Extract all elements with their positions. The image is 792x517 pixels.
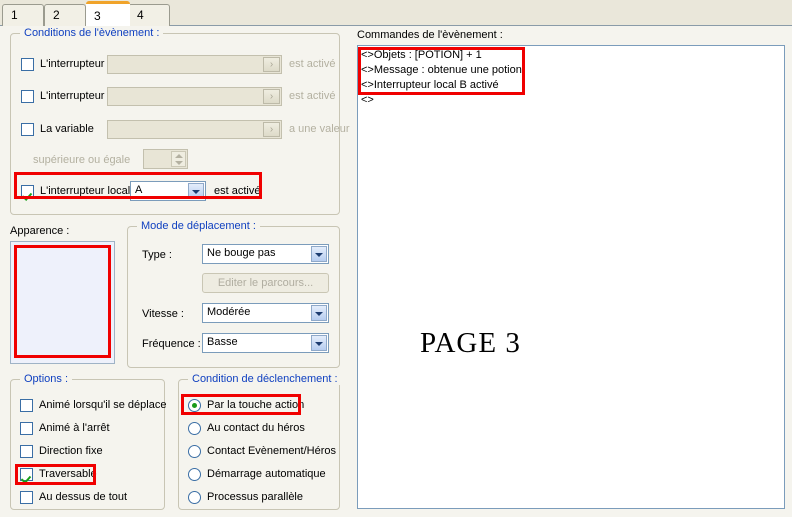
trigger-parallel-process-radio[interactable] bbox=[188, 491, 201, 504]
command-line-1[interactable]: <>Objets : [POTION] + 1 bbox=[361, 49, 482, 61]
tab-strip: 1 2 3 4 bbox=[0, 0, 792, 26]
chevron-down-icon[interactable] bbox=[311, 305, 327, 321]
comparison-value-stepper[interactable] bbox=[143, 149, 188, 169]
condition-switch-2-label: L'interrupteur bbox=[40, 90, 105, 102]
condition-switch-2-suffix: est activé bbox=[289, 90, 336, 102]
condition-switch-1-field[interactable]: › bbox=[107, 55, 282, 74]
local-switch-checkbox[interactable] bbox=[21, 185, 34, 198]
chevron-down-icon[interactable] bbox=[311, 246, 327, 262]
condition-variable-field[interactable]: › bbox=[107, 120, 282, 139]
apparence-label: Apparence : bbox=[10, 225, 70, 237]
condition-variable-label: La variable bbox=[40, 123, 94, 135]
condition-switch-2-checkbox[interactable] bbox=[21, 90, 34, 103]
movement-frequency-label: Fréquence : bbox=[142, 338, 201, 350]
tab-4[interactable]: 4 bbox=[128, 4, 170, 26]
conditions-legend: Conditions de l'èvènement : bbox=[20, 27, 164, 39]
movement-speed-label: Vitesse : bbox=[142, 308, 184, 320]
option-traversable-checkbox[interactable] bbox=[20, 468, 33, 481]
movement-speed-value: Modérée bbox=[207, 306, 251, 318]
option-fixed-direction-checkbox[interactable] bbox=[20, 445, 33, 458]
option-fixed-direction-label: Direction fixe bbox=[39, 445, 103, 457]
condition-variable-checkbox[interactable] bbox=[21, 123, 34, 136]
stepper-buttons[interactable] bbox=[171, 151, 186, 167]
condition-variable-suffix: a une valeur bbox=[289, 123, 350, 135]
movement-type-value: Ne bouge pas bbox=[207, 247, 276, 259]
trigger-action-key-label: Par la touche action bbox=[207, 399, 305, 411]
condition-switch-1-label: L'interrupteur bbox=[40, 58, 105, 70]
option-animated-moving-label: Animé lorsqu'il se déplace bbox=[39, 399, 167, 411]
movement-frequency-combo[interactable]: Basse bbox=[202, 333, 329, 353]
chevron-right-icon[interactable]: › bbox=[263, 57, 280, 72]
command-line-4[interactable]: <> bbox=[361, 94, 374, 106]
option-traversable-label: Traversable bbox=[39, 468, 97, 480]
condition-switch-1-checkbox[interactable] bbox=[21, 58, 34, 71]
comparison-label: supérieure ou égale bbox=[33, 154, 131, 166]
trigger-legend: Condition de déclenchement : bbox=[188, 373, 342, 385]
trigger-event-hero-contact-radio[interactable] bbox=[188, 445, 201, 458]
page-number-label: PAGE 3 bbox=[420, 327, 521, 359]
chevron-right-icon[interactable]: › bbox=[263, 122, 280, 137]
conditions-group: Conditions de l'èvènement : L'interrupte… bbox=[10, 27, 350, 215]
trigger-auto-start-radio[interactable] bbox=[188, 468, 201, 481]
chevron-down-icon[interactable] bbox=[188, 183, 204, 199]
trigger-auto-start-label: Démarrage automatique bbox=[207, 468, 326, 480]
condition-switch-1-suffix: est activé bbox=[289, 58, 336, 70]
commands-label: Commandes de l'èvènement : bbox=[357, 29, 503, 41]
local-switch-combo[interactable]: A bbox=[130, 181, 206, 201]
movement-type-label: Type : bbox=[142, 249, 172, 261]
local-switch-combo-value: A bbox=[135, 184, 143, 196]
trigger-hero-contact-label: Au contact du héros bbox=[207, 422, 305, 434]
condition-switch-2-field[interactable]: › bbox=[107, 87, 282, 106]
tab-2[interactable]: 2 bbox=[44, 4, 86, 26]
movement-group: Mode de déplacement : Type : Ne bouge pa… bbox=[127, 220, 340, 368]
tab-1[interactable]: 1 bbox=[2, 4, 44, 26]
options-group: Options : Animé lorsqu'il se déplace Ani… bbox=[10, 373, 167, 510]
edit-path-button[interactable]: Editer le parcours... bbox=[202, 273, 329, 293]
chevron-right-icon[interactable]: › bbox=[263, 89, 280, 104]
command-line-2[interactable]: <>Message : obtenue une potion bbox=[361, 64, 522, 76]
movement-frequency-value: Basse bbox=[207, 336, 238, 348]
apparence-preview[interactable] bbox=[10, 241, 115, 364]
movement-speed-combo[interactable]: Modérée bbox=[202, 303, 329, 323]
trigger-event-hero-contact-label: Contact Evènement/Héros bbox=[207, 445, 337, 457]
option-animated-moving-checkbox[interactable] bbox=[20, 399, 33, 412]
local-switch-suffix: est activé bbox=[214, 185, 261, 197]
option-animated-idle-checkbox[interactable] bbox=[20, 422, 33, 435]
stepper-up-icon[interactable] bbox=[175, 154, 183, 158]
page-content: Conditions de l'èvènement : L'interrupte… bbox=[0, 26, 792, 517]
tab-3[interactable]: 3 bbox=[86, 1, 130, 26]
stepper-down-icon[interactable] bbox=[175, 161, 183, 165]
command-line-3[interactable]: <>Interrupteur local B activé bbox=[361, 79, 499, 91]
movement-type-combo[interactable]: Ne bouge pas bbox=[202, 244, 329, 264]
trigger-parallel-process-label: Processus parallèle bbox=[207, 491, 303, 503]
movement-legend: Mode de déplacement : bbox=[137, 220, 260, 232]
options-legend: Options : bbox=[20, 373, 73, 385]
commands-panel[interactable]: <>Objets : [POTION] + 1 <>Message : obte… bbox=[357, 45, 785, 509]
chevron-down-icon[interactable] bbox=[311, 335, 327, 351]
trigger-group: Condition de déclenchement : Par la touc… bbox=[178, 373, 342, 510]
local-switch-label: L'interrupteur local bbox=[40, 185, 131, 197]
option-above-all-checkbox[interactable] bbox=[20, 491, 33, 504]
option-animated-idle-label: Animé à l'arrêt bbox=[39, 422, 110, 434]
trigger-hero-contact-radio[interactable] bbox=[188, 422, 201, 435]
trigger-action-key-radio[interactable] bbox=[188, 399, 201, 412]
option-above-all-label: Au dessus de tout bbox=[39, 491, 128, 503]
